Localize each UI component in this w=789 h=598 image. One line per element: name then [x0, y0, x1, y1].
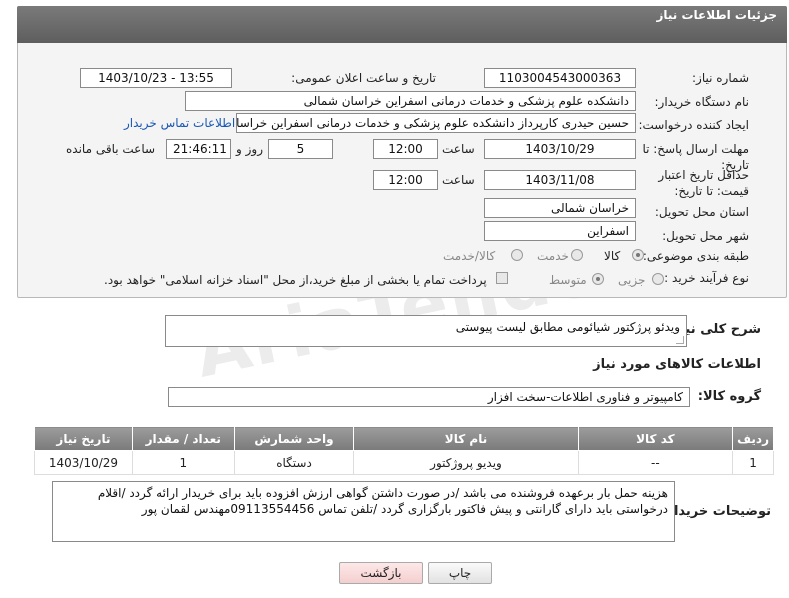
col-quantity: تعداد / مقدار: [131, 426, 235, 451]
cell-unit: دستگاه: [233, 450, 355, 475]
cell-item-code: --: [577, 450, 734, 475]
buyer-field[interactable]: دانشکده علوم پزشکی و خدمات درمانی اسفرای…: [185, 91, 636, 111]
col-item-code: کد کالا: [577, 426, 734, 451]
validity-time-label: ساعت: [442, 173, 475, 187]
category-label: طبقه بندی موضوعی:: [642, 249, 749, 263]
table-row[interactable]: 1403/10/29 1 دستگاه ویدیو پروژکتور -- 1: [34, 450, 774, 475]
validity-time-field[interactable]: 12:00: [373, 170, 438, 190]
remaining-label: ساعت باقی مانده: [66, 142, 156, 156]
province-field[interactable]: خراسان شمالی: [484, 198, 636, 218]
goods-group-label: گروه کالا:: [697, 389, 761, 404]
process-option-medium: متوسط: [549, 273, 587, 287]
cell-quantity: 1: [131, 450, 235, 475]
category-radio-service[interactable]: [571, 249, 583, 261]
buyer-notes-text: هزینه حمل بار برعهده فروشنده می باشد /در…: [97, 486, 668, 516]
col-unit: واحد شمارش: [233, 426, 355, 451]
buyer-contact-link[interactable]: اطلاعات تماس خریدار: [124, 116, 235, 130]
print-button[interactable]: چاپ: [428, 562, 492, 584]
cell-need-date: 1403/10/29: [34, 450, 133, 475]
resize-grip-icon[interactable]: [676, 336, 684, 344]
goods-group-field[interactable]: کامپیوتر و فناوری اطلاعات-سخت افزار: [168, 387, 690, 407]
general-desc-field[interactable]: ویدئو پرژکتور شیائومی مطابق لیست پیوستی: [165, 315, 687, 347]
deadline-date-field[interactable]: 1403/10/29: [484, 139, 636, 159]
back-button[interactable]: بازگشت: [339, 562, 423, 584]
items-table: تاریخ نیاز تعداد / مقدار واحد شمارش نام …: [34, 426, 774, 475]
buyer-notes-field[interactable]: هزینه حمل بار برعهده فروشنده می باشد /در…: [52, 481, 675, 542]
col-need-date: تاریخ نیاز: [34, 426, 133, 451]
province-label: استان محل تحویل:: [654, 205, 749, 219]
category-radio-both[interactable]: [511, 249, 523, 261]
panel-title: جزئیات اطلاعات نیاز: [656, 8, 777, 22]
process-option-minor: جزیی: [618, 273, 646, 287]
requester-label: ایجاد کننده درخواست:: [638, 118, 749, 132]
category-radio-goods[interactable]: [632, 249, 644, 261]
process-radio-medium[interactable]: [592, 273, 604, 285]
process-label: نوع فرآیند خرید :: [664, 271, 749, 285]
deadline-time-field[interactable]: 12:00: [373, 139, 438, 159]
deadline-time-label: ساعت: [442, 142, 475, 156]
col-item-name: نام کالا: [353, 426, 579, 451]
process-radio-minor[interactable]: [652, 273, 664, 285]
announce-field[interactable]: 1403/10/23 - 13:55: [80, 68, 232, 88]
need-number-field[interactable]: 1103004543000363: [484, 68, 636, 88]
days-field[interactable]: 5: [268, 139, 333, 159]
need-number-label: شماره نیاز:: [692, 71, 749, 85]
city-label: شهر محل تحویل:: [662, 229, 749, 243]
col-row-number: ردیف: [732, 426, 774, 451]
category-option-goods: کالا: [604, 249, 621, 263]
days-label: روز و: [236, 142, 263, 156]
validity-label: حداقل تاریخ اعتبار قیمت: تا تاریخ:: [658, 168, 749, 198]
table-header-row: تاریخ نیاز تعداد / مقدار واحد شمارش نام …: [34, 426, 774, 451]
general-desc-text: ویدئو پرژکتور شیائومی مطابق لیست پیوستی: [455, 320, 680, 334]
cell-row-number: 1: [732, 450, 774, 475]
requester-field[interactable]: حسین حیدری کارپرداز دانشکده علوم پزشکی و…: [236, 113, 636, 133]
cell-item-name: ویدیو پروژکتور: [353, 450, 579, 475]
city-field[interactable]: اسفراین: [484, 221, 636, 241]
buyer-notes-label: توضیحات خریدار:: [661, 504, 771, 519]
payment-note: پرداخت تمام یا بخشی از مبلغ خرید،از محل …: [104, 273, 487, 287]
treasury-checkbox[interactable]: [496, 272, 508, 284]
goods-info-title: اطلاعات کالاهای مورد نیاز: [593, 357, 761, 372]
category-option-service: خدمت: [537, 249, 569, 263]
announce-label: تاریخ و ساعت اعلان عمومی:: [291, 71, 436, 85]
buyer-label: نام دستگاه خریدار:: [654, 95, 750, 109]
validity-date-field[interactable]: 1403/11/08: [484, 170, 636, 190]
category-option-both: کالا/خدمت: [443, 249, 496, 263]
remaining-time-field[interactable]: 21:46:11: [166, 139, 231, 159]
